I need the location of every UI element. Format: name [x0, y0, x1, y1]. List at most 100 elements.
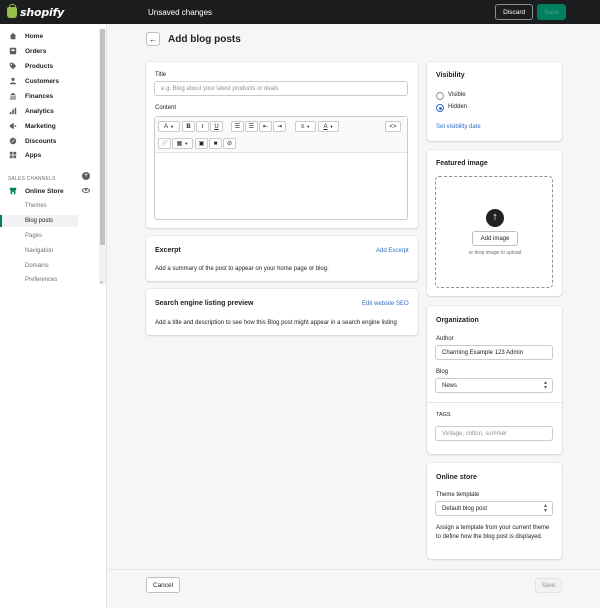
unsaved-changes-label: Unsaved changes: [148, 7, 213, 17]
italic-button[interactable]: I: [196, 121, 209, 132]
outdent-button[interactable]: ⇤: [259, 121, 272, 132]
rich-text-editor[interactable]: A ▼ B I U ☰ ☰ ⇤ ⇥ ≡ ▼ A ▼ <> 🔗︎ ▦ ▼ ▣ ■ ⊘: [154, 116, 408, 220]
sales-channels-heading: SALES CHANNELS: [8, 176, 56, 182]
sidebar-item-label: Orders: [25, 47, 47, 55]
seo-title: Search engine listing preview: [155, 300, 254, 307]
customers-icon: [9, 77, 17, 85]
sidebar-item-discounts[interactable]: Discounts: [9, 137, 56, 145]
editor-toolbar: A ▼ B I U ☰ ☰ ⇤ ⇥ ≡ ▼ A ▼ <> 🔗︎ ▦ ▼ ▣ ■ ⊘: [155, 117, 407, 153]
top-bar: shopify Unsaved changes Discard Save: [0, 0, 600, 24]
theme-template-select[interactable]: Default blog post ▴ ▾: [435, 501, 553, 516]
numbered-list-button[interactable]: ☰: [245, 121, 258, 132]
align-dropdown[interactable]: ≡ ▼: [295, 121, 316, 132]
sidebar-subitem-blog-posts[interactable]: Blog posts: [0, 215, 78, 227]
blog-select[interactable]: News ▴ ▾: [435, 378, 553, 393]
sidebar-item-label: Online Store: [25, 187, 64, 195]
indent-icon: ⇥: [276, 124, 283, 130]
sidebar-item-label: Discounts: [25, 137, 57, 145]
tag-icon: [9, 62, 17, 70]
sidebar-item-marketing[interactable]: Marketing: [9, 122, 56, 130]
sidebar-item-label: Apps: [25, 151, 42, 159]
sidebar-subitem-domains[interactable]: Domains: [25, 263, 49, 269]
author-select[interactable]: Charming Example 123 Admin: [435, 345, 553, 360]
sidebar-item-label: Customers: [25, 77, 59, 85]
sidebar-subitem-pages[interactable]: Pages: [25, 233, 42, 239]
sidebar-subitem-preferences[interactable]: Preferences: [25, 277, 57, 283]
sidebar-item-orders[interactable]: Orders: [9, 47, 46, 55]
analytics-icon: [9, 107, 17, 115]
page-title: Add blog posts: [168, 33, 241, 45]
sidebar-item-products[interactable]: Products: [9, 62, 53, 70]
outdent-icon: ⇤: [262, 124, 269, 130]
align-left-icon: ≡: [300, 123, 305, 130]
bold-button[interactable]: B: [182, 121, 195, 132]
sidebar-item-label: Analytics: [25, 107, 54, 115]
insert-image-button[interactable]: ▣: [195, 138, 208, 149]
table-dropdown[interactable]: ▦ ▼: [172, 138, 193, 149]
cancel-button[interactable]: Cancel: [146, 577, 180, 593]
save-button-top[interactable]: Save: [537, 4, 566, 20]
tags-placeholder: Vintage, cotton, summer: [442, 430, 507, 437]
edit-seo-link[interactable]: Edit website SEO: [362, 301, 409, 307]
brand-name: shopify: [20, 5, 65, 19]
indent-button[interactable]: ⇥: [273, 121, 286, 132]
bullet-list-button[interactable]: ☰: [231, 121, 244, 132]
insert-video-button[interactable]: ■: [209, 138, 222, 149]
sidebar-scroll-thumb[interactable]: [100, 29, 105, 245]
post-card: Title e.g. Blog about your latest produc…: [146, 62, 418, 228]
theme-template-description: Assign a template from your current them…: [436, 525, 550, 540]
sidebar-item-apps[interactable]: Apps: [9, 151, 41, 159]
blog-label: Blog: [436, 369, 449, 375]
tags-input[interactable]: Vintage, cotton, summer: [435, 426, 553, 441]
apps-icon: [9, 151, 17, 159]
hidden-label[interactable]: Hidden: [448, 103, 467, 112]
sidebar-item-analytics[interactable]: Analytics: [9, 107, 54, 115]
clear-formatting-button[interactable]: ⊘: [223, 138, 236, 149]
sidebar-subitem-themes[interactable]: Themes: [25, 203, 47, 209]
sidebar-item-label: Marketing: [25, 122, 56, 130]
clear-formatting-icon: ⊘: [226, 141, 233, 147]
featured-image-title: Featured image: [436, 160, 488, 167]
sidebar-item-label: Home: [25, 32, 44, 40]
footer-divider: [108, 569, 600, 570]
code-view-button[interactable]: <>: [385, 121, 401, 132]
hidden-radio[interactable]: [436, 104, 444, 112]
save-button-bottom[interactable]: Save: [535, 578, 562, 593]
back-button[interactable]: ←: [146, 32, 160, 46]
visible-label[interactable]: Visible: [448, 91, 466, 100]
select-arrows-icon: ▴ ▾: [543, 380, 547, 391]
title-input[interactable]: e.g. Blog about your latest products or …: [154, 81, 408, 96]
link-button[interactable]: 🔗︎: [158, 138, 171, 149]
upload-arrow-icon: ↑: [486, 209, 504, 227]
discard-button[interactable]: Discard: [495, 4, 534, 20]
text-color-dropdown[interactable]: A ▼: [318, 121, 339, 132]
sidebar-item-label: Finances: [25, 92, 54, 100]
paragraph-label: A: [164, 123, 169, 130]
sidebar-item-finances[interactable]: Finances: [9, 92, 53, 100]
underline-button[interactable]: U: [210, 121, 223, 132]
add-excerpt-link[interactable]: Add Excerpt: [376, 248, 409, 254]
excerpt-card: Excerpt Add Excerpt Add a summary of the…: [146, 236, 418, 281]
sidebar-item-online-store[interactable]: Online Store: [9, 187, 64, 195]
add-channel-icon[interactable]: +: [82, 172, 90, 180]
bullet-list-icon: ☰: [234, 124, 241, 130]
eye-icon[interactable]: [82, 188, 90, 193]
tags-label: TAGS: [436, 412, 451, 418]
paragraph-format-dropdown[interactable]: A ▼: [158, 121, 180, 132]
seo-description: Add a title and description to see how t…: [155, 320, 397, 326]
sidebar-subitem-navigation[interactable]: Navigation: [25, 248, 53, 254]
title-label: Title: [155, 72, 167, 78]
set-visibility-date-link[interactable]: Set visibility date: [436, 124, 481, 130]
text-color-icon: A: [323, 123, 328, 130]
scroll-down-icon[interactable]: ⌄: [99, 278, 104, 285]
visible-radio[interactable]: [436, 92, 444, 100]
page-header: ← Add blog posts: [146, 32, 241, 46]
sidebar-item-home[interactable]: Home: [9, 32, 43, 40]
add-image-button[interactable]: Add image: [472, 231, 518, 246]
organization-title: Organization: [436, 317, 479, 324]
shopify-logo[interactable]: shopify: [0, 3, 108, 19]
sidebar-item-customers[interactable]: Customers: [9, 77, 59, 85]
blog-value: News: [442, 382, 458, 389]
image-dropzone[interactable]: ↑ Add image or drop image to upload: [435, 176, 553, 288]
online-store-card: Online store Theme template Default blog…: [427, 463, 562, 559]
